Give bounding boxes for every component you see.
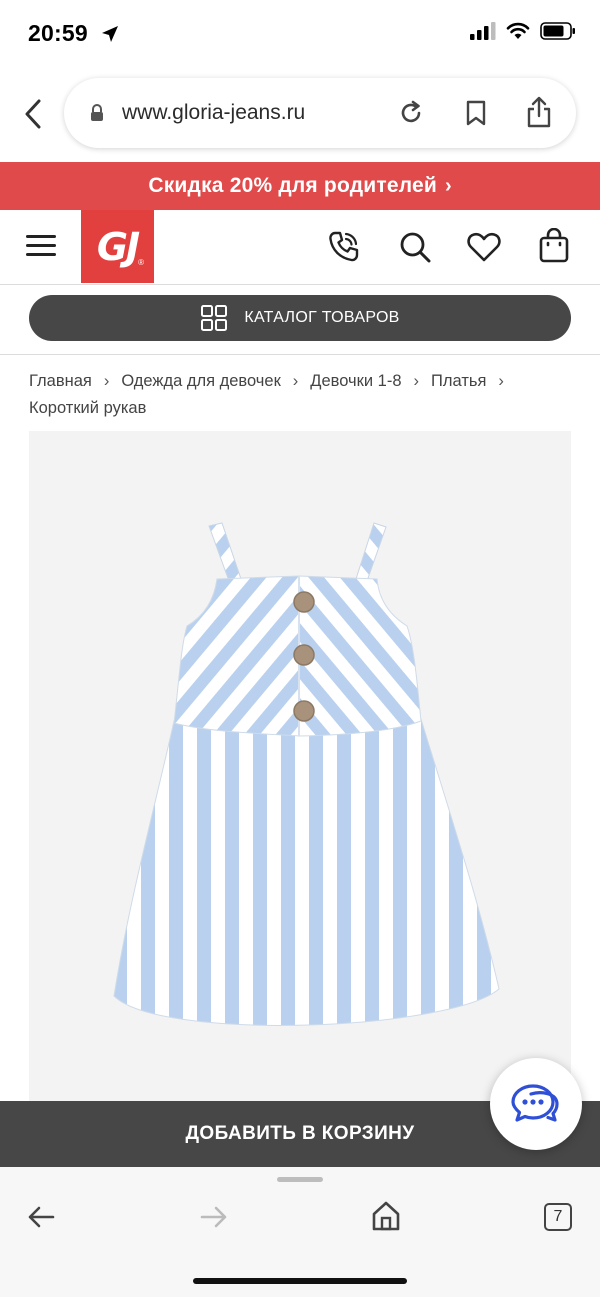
breadcrumb: Главная › Одежда для девочек › Девочки 1-8 › П… [29, 368, 574, 422]
share-icon[interactable] [526, 96, 552, 128]
breadcrumb-item-current: Короткий рукав [29, 399, 147, 417]
bag-icon[interactable] [538, 228, 570, 264]
battery-icon [540, 22, 575, 40]
tabs-button[interactable]: 7 [544, 1203, 572, 1231]
browser-back-button[interactable] [18, 96, 48, 132]
breadcrumb-item[interactable]: Девочки 1-8 [310, 372, 401, 390]
site-header: GJ ® [0, 210, 600, 285]
url-text: www.gloria-jeans.ru [122, 101, 306, 124]
lock-icon [91, 104, 103, 121]
heart-icon[interactable] [466, 230, 502, 264]
reload-icon[interactable] [398, 100, 424, 126]
breadcrumb-item[interactable]: Платья [431, 372, 486, 390]
breadcrumb-item[interactable]: Одежда для девочек [121, 372, 280, 390]
browser-bottom-toolbar: 7 [0, 1167, 600, 1297]
status-icons [470, 22, 576, 40]
chevron-left-icon [25, 99, 41, 129]
chevron-right-icon: › [413, 372, 420, 390]
home-indicator [193, 1278, 407, 1284]
chat-button[interactable] [490, 1058, 582, 1150]
status-bar: 20:59 [0, 0, 600, 72]
chevron-right-icon: › [444, 174, 452, 197]
add-to-cart-label: ДОБАВИТЬ В КОРЗИНУ [185, 1123, 415, 1144]
back-arrow-icon[interactable] [26, 1202, 56, 1232]
wifi-icon [506, 22, 530, 39]
address-bar[interactable]: www.gloria-jeans.ru [64, 78, 576, 148]
forward-arrow-icon[interactable] [199, 1202, 229, 1232]
chevron-right-icon: › [498, 372, 504, 390]
home-icon[interactable] [371, 1200, 401, 1232]
search-icon[interactable] [398, 230, 432, 264]
phone-icon[interactable] [327, 230, 361, 264]
chevron-right-icon: › [292, 372, 299, 390]
promo-text: Скидка 20% для родителей [148, 174, 437, 197]
cellular-signal-icon [470, 22, 496, 40]
site-logo[interactable]: GJ ® [81, 210, 154, 283]
catalog-section: КАТАЛОГ ТОВАРОВ [0, 284, 600, 355]
location-arrow-icon [102, 26, 118, 42]
logo-text: GJ [96, 224, 140, 269]
promo-banner[interactable]: Скидка 20% для родителей › [0, 162, 600, 210]
status-time: 20:59 [28, 20, 88, 46]
breadcrumb-item[interactable]: Главная [29, 372, 92, 390]
chevron-right-icon: › [103, 372, 110, 390]
grab-handle[interactable] [277, 1177, 323, 1182]
tabs-count: 7 [553, 1208, 563, 1225]
browser-bar: www.gloria-jeans.ru [0, 72, 600, 162]
dress-image [113, 522, 500, 1026]
menu-icon[interactable] [26, 235, 56, 257]
catalog-label: КАТАЛОГ ТОВАРОВ [244, 309, 400, 326]
chat-icon [511, 1084, 559, 1122]
catalog-button[interactable]: КАТАЛОГ ТОВАРОВ [29, 295, 571, 341]
registered-mark: ® [138, 258, 144, 267]
product-image[interactable] [29, 431, 571, 1111]
bookmark-icon[interactable] [465, 100, 487, 127]
grid-icon [201, 305, 228, 331]
